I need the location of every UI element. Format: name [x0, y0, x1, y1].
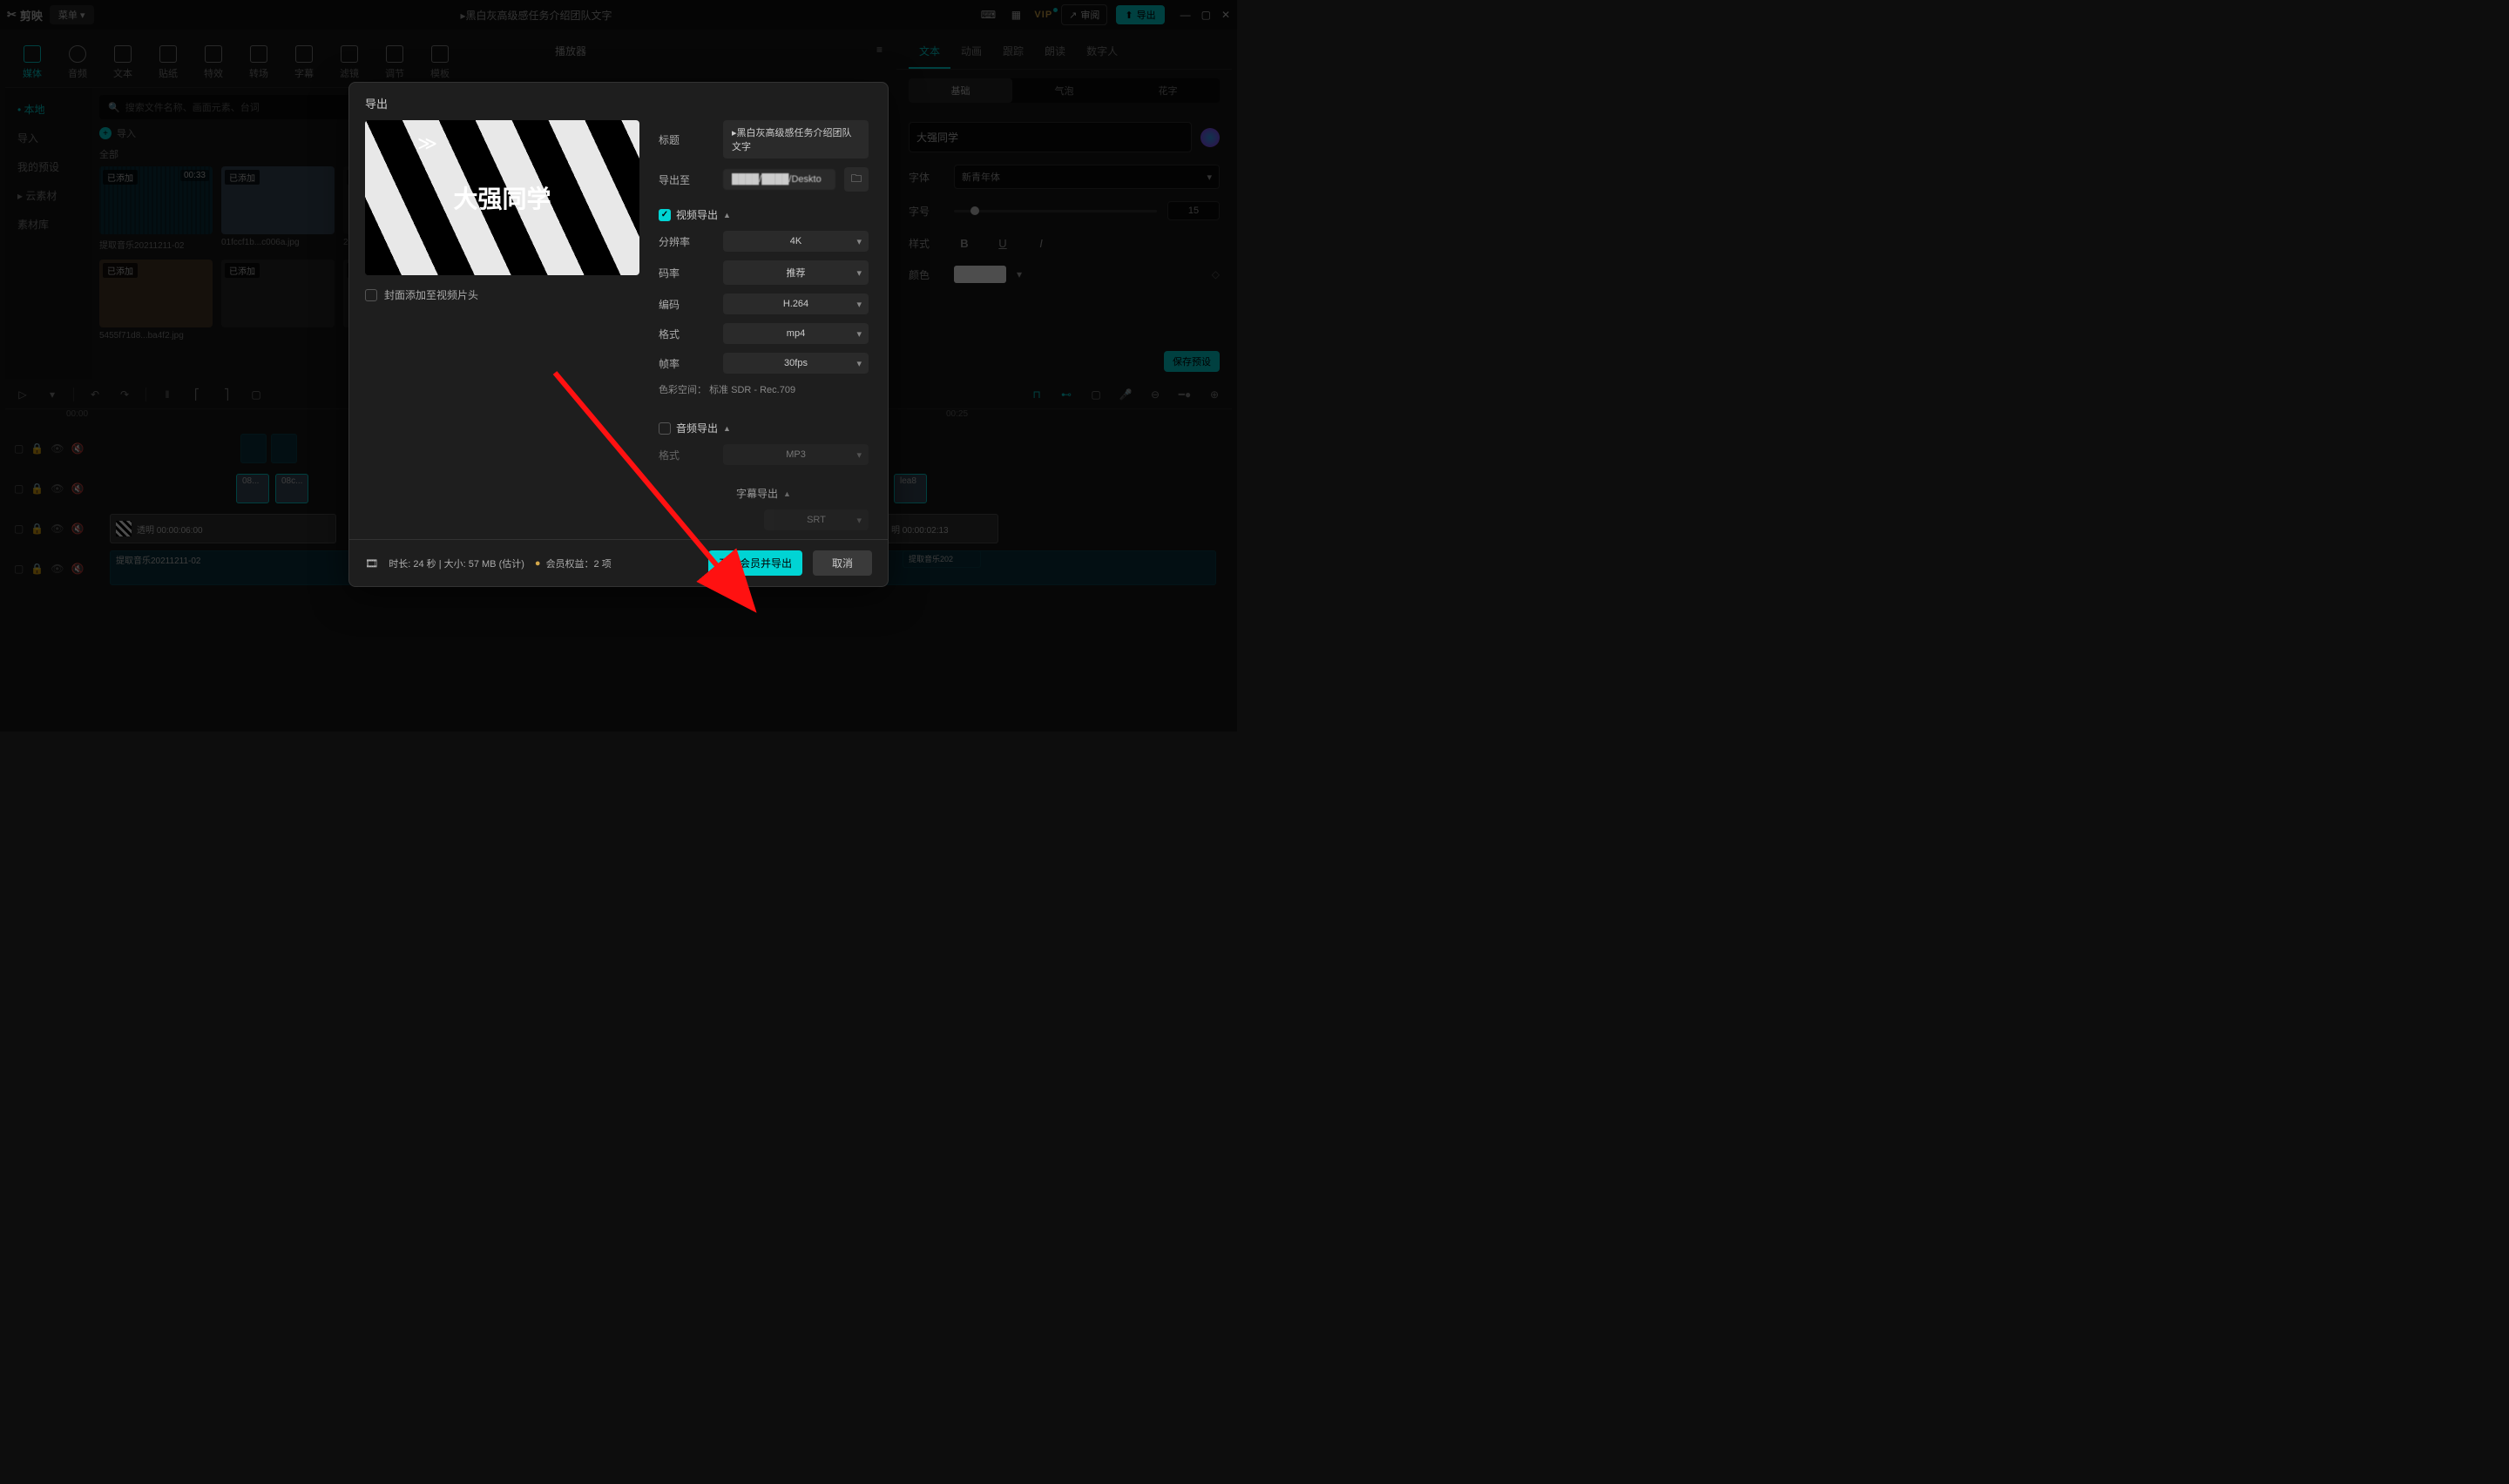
- chevron-up-icon: ▲: [723, 424, 731, 433]
- film-icon: 🎞: [365, 557, 378, 570]
- format-label: 格式: [659, 327, 714, 341]
- audio-format-label: 格式: [659, 448, 714, 462]
- codec-select[interactable]: H.264: [723, 293, 869, 314]
- preview-text: 大强同学: [453, 180, 551, 215]
- fps-label: 帧率: [659, 356, 714, 371]
- resolution-select[interactable]: 4K: [723, 231, 869, 252]
- checkbox-icon: [659, 422, 671, 435]
- checkbox-icon: [365, 289, 377, 301]
- title-input[interactable]: ▸黑白灰高级感任务介绍团队文字: [723, 120, 869, 159]
- path-label: 导出至: [659, 172, 714, 187]
- path-input[interactable]: ████/████/Deskto: [723, 169, 835, 190]
- check-icon: ✓: [659, 209, 671, 221]
- export-dialog: 导出 ≫ 大强同学 封面添加至视频片头 标题 ▸黑白灰高级感任务介绍团队文字: [348, 82, 889, 587]
- export-confirm-button[interactable]: 开通会员并导出: [708, 550, 802, 576]
- audio-format-select: MP3: [723, 444, 869, 465]
- modal-overlay: 导出 ≫ 大强同学 封面添加至视频片头 标题 ▸黑白灰高级感任务介绍团队文字: [0, 0, 1237, 732]
- folder-button[interactable]: 🗀: [844, 167, 869, 192]
- cover-checkbox[interactable]: 封面添加至视频片头: [365, 287, 639, 302]
- format-select[interactable]: mp4: [723, 323, 869, 344]
- subtitle-format-select: SRT: [764, 509, 869, 530]
- video-export-toggle[interactable]: ✓ 视频导出 ▲: [659, 207, 869, 222]
- title-label: 标题: [659, 132, 714, 147]
- bitrate-select[interactable]: 推荐: [723, 260, 869, 285]
- cancel-button[interactable]: 取消: [813, 550, 872, 576]
- arrows-icon: ≫: [417, 132, 432, 155]
- chevron-up-icon: ▲: [723, 211, 731, 219]
- warn-icon: ●: [535, 558, 541, 569]
- dialog-title: 导出: [349, 83, 888, 120]
- chevron-up-icon: ▲: [783, 489, 791, 498]
- bitrate-label: 码率: [659, 266, 714, 280]
- folder-icon: 🗀: [851, 171, 862, 189]
- footer-duration: 时长: 24 秒 | 大小: 57 MB (估计): [389, 556, 524, 570]
- audio-export-toggle[interactable]: 音频导出 ▲: [659, 421, 869, 435]
- export-preview: ≫ 大强同学: [365, 120, 639, 275]
- codec-label: 编码: [659, 297, 714, 312]
- colorspace-info: 色彩空间： 标准 SDR - Rec.709: [659, 382, 869, 396]
- fps-select[interactable]: 30fps: [723, 353, 869, 374]
- footer-rights: 会员权益：2 项: [546, 556, 612, 570]
- resolution-label: 分辨率: [659, 234, 714, 249]
- subtitle-export-toggle[interactable]: 字幕导出 ▲: [659, 486, 869, 501]
